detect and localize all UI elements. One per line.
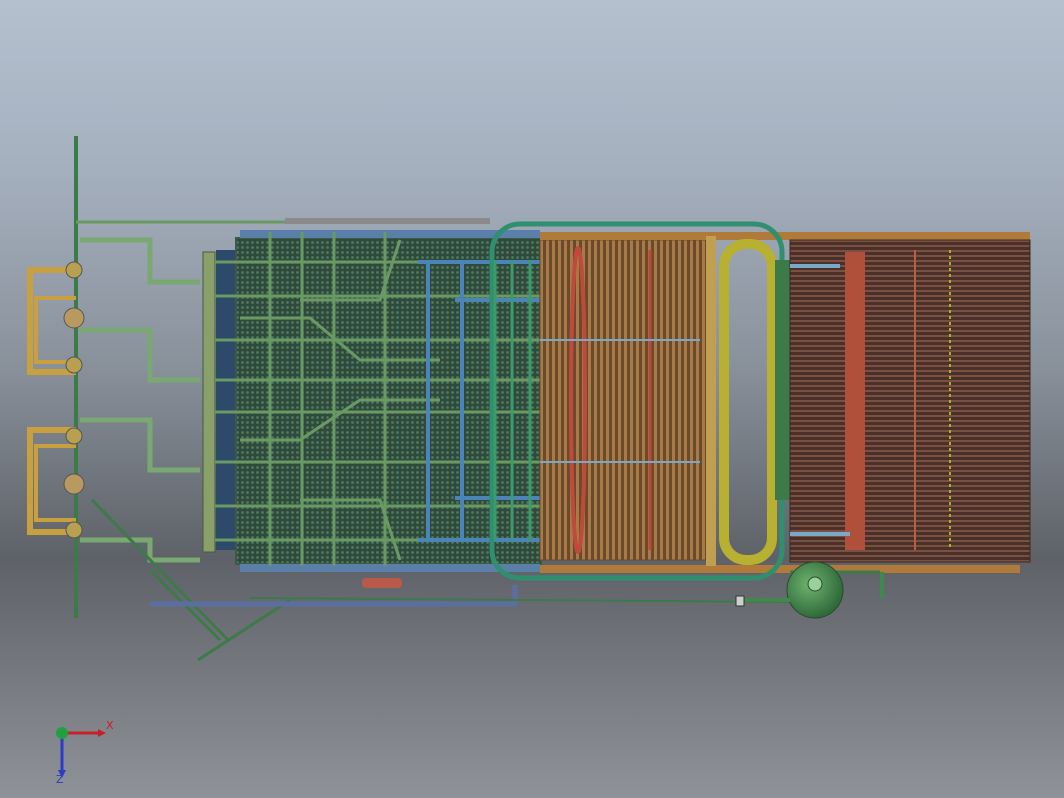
burner-port[interactable]	[362, 578, 402, 588]
boiler-assembly-model[interactable]	[0, 0, 1064, 798]
convection-bank-2[interactable]	[789, 239, 1031, 574]
x-axis-label: X	[106, 719, 114, 732]
z-axis-label: Z	[56, 773, 64, 785]
x-axis-head	[98, 729, 106, 737]
cad-viewport[interactable]: X Z	[0, 0, 1064, 798]
y-axis-dot	[56, 727, 68, 739]
orientation-triad: X Z	[56, 719, 114, 785]
